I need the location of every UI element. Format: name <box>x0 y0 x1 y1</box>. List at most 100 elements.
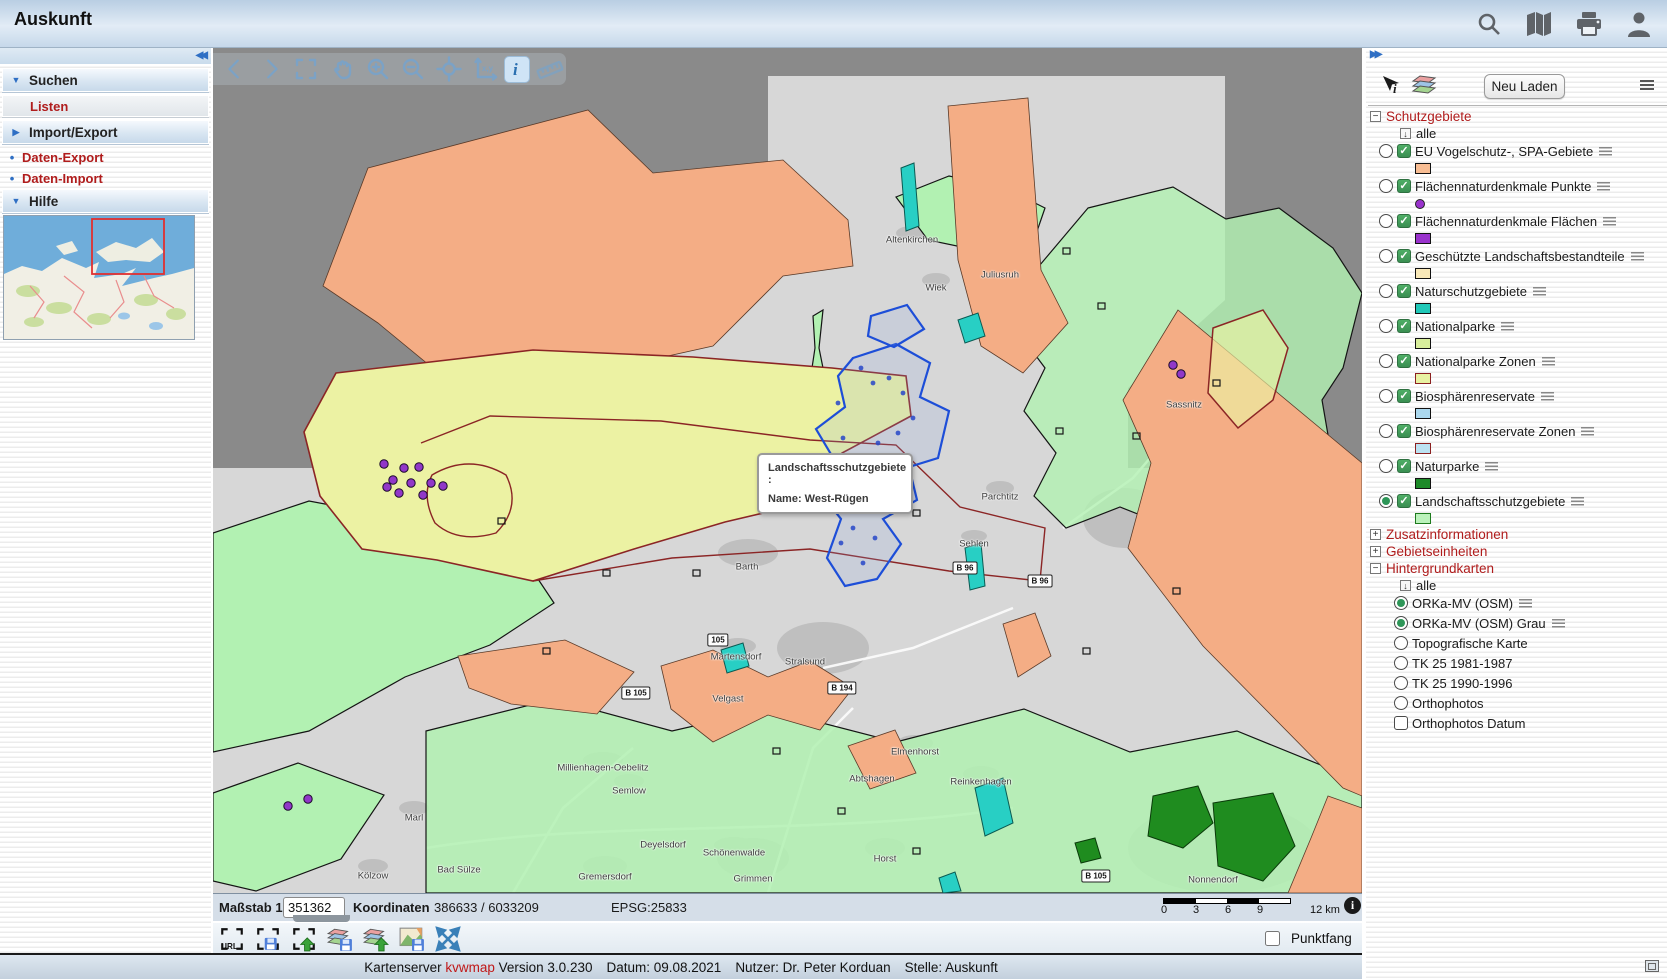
zoom-extent-button[interactable] <box>435 926 461 952</box>
background-layer-label[interactable]: Orthophotos <box>1412 696 1484 711</box>
layer-label[interactable]: Nationalparke <box>1415 319 1495 334</box>
layer-menu-icon[interactable] <box>1571 497 1584 506</box>
map-info-icon[interactable]: i <box>1344 897 1361 914</box>
history-back-tool[interactable] <box>219 55 251 83</box>
collapse-group-icon[interactable]: − <box>1370 111 1381 122</box>
layer-checkbox[interactable]: ✓ <box>1397 214 1411 228</box>
user-icon[interactable] <box>1625 10 1653 38</box>
layer-radio[interactable] <box>1379 144 1393 158</box>
layer-menu-icon[interactable] <box>1541 392 1554 401</box>
kvwmap-link[interactable]: kvwmap <box>445 960 495 975</box>
layer-checkbox[interactable]: ✓ <box>1397 389 1411 403</box>
print-icon[interactable] <box>1575 10 1603 38</box>
layer-menu-icon[interactable] <box>1631 252 1644 261</box>
background-radio[interactable] <box>1394 596 1408 610</box>
layer-menu-icon[interactable] <box>1501 322 1514 331</box>
sidebar-item-daten-import[interactable]: •Daten-Import <box>2 168 209 188</box>
select-all-icon[interactable]: ↓ <box>1400 580 1411 591</box>
layer-radio[interactable] <box>1379 319 1393 333</box>
save-extent-button[interactable] <box>255 926 281 952</box>
layer-menu-icon[interactable] <box>1485 462 1498 471</box>
collapse-group-icon[interactable]: − <box>1370 563 1381 574</box>
background-layer-label[interactable]: ORKa-MV (OSM) <box>1412 596 1513 611</box>
expand-group-icon[interactable]: + <box>1370 529 1381 540</box>
background-layer-label[interactable]: Orthophotos Datum <box>1412 716 1525 731</box>
load-layers-button[interactable] <box>363 926 389 952</box>
layer-label[interactable]: EU Vogelschutz-, SPA-Gebiete <box>1415 144 1593 159</box>
layer-menu-icon[interactable] <box>1519 599 1532 608</box>
layer-label[interactable]: Biosphärenreservate <box>1415 389 1535 404</box>
layer-radio[interactable] <box>1379 389 1393 403</box>
layer-menu-icon[interactable] <box>1581 427 1594 436</box>
layer-checkbox[interactable]: ✓ <box>1397 494 1411 508</box>
collapse-sidebar-icon[interactable]: ◀◀ <box>0 48 211 64</box>
layer-label[interactable]: Biosphärenreservate Zonen <box>1415 424 1575 439</box>
measure-tool[interactable] <box>534 55 566 83</box>
search-icon[interactable] <box>1475 10 1503 38</box>
background-layer-label[interactable]: TK 25 1990-1996 <box>1412 676 1512 691</box>
background-radio[interactable] <box>1394 676 1408 690</box>
layer-menu-icon[interactable] <box>1599 147 1612 156</box>
zoom-out-tool[interactable] <box>397 55 429 83</box>
layer-label[interactable]: Naturparke <box>1415 459 1479 474</box>
layer-radio[interactable] <box>1379 494 1393 508</box>
export-image-button[interactable] <box>399 926 425 952</box>
panel-menu-icon[interactable] <box>1640 80 1654 90</box>
layer-checkbox[interactable]: ✓ <box>1397 459 1411 473</box>
sidebar-section-hilfe[interactable]: ▼Hilfe <box>2 189 209 213</box>
map-viewport[interactable]: AltenkirchenWiekJuliusruhSassnitzParchti… <box>213 48 1362 893</box>
feature-info-cursor-icon[interactable]: i <box>1374 71 1407 99</box>
layer-radio[interactable] <box>1379 179 1393 193</box>
load-extent-button[interactable] <box>291 926 317 952</box>
sidebar-section-importexport[interactable]: ▶Import/Export <box>2 120 209 144</box>
select-all-icon[interactable]: ↓ <box>1400 128 1411 139</box>
feature-info-tool[interactable]: i <box>504 56 530 83</box>
expand-panel-icon[interactable]: ▶▶ <box>1370 49 1379 60</box>
layer-checkbox[interactable]: ✓ <box>1397 354 1411 368</box>
layer-radio[interactable] <box>1379 459 1393 473</box>
sidebar-section-suchen[interactable]: ▼Suchen <box>2 68 209 92</box>
layer-label[interactable]: Landschaftsschutzgebiete <box>1415 494 1565 509</box>
sidebar-item-daten-export[interactable]: •Daten-Export <box>2 147 209 167</box>
layer-checkbox[interactable]: ✓ <box>1397 424 1411 438</box>
layer-label[interactable]: Geschützte Landschaftsbestandteile <box>1415 249 1625 264</box>
punktfang-checkbox[interactable] <box>1265 931 1280 946</box>
layer-checkbox[interactable]: ✓ <box>1397 144 1411 158</box>
layer-label[interactable]: Naturschutzgebiete <box>1415 284 1527 299</box>
share-url-button[interactable]: URL <box>219 926 245 952</box>
layer-radio[interactable] <box>1379 284 1393 298</box>
background-radio[interactable] <box>1394 616 1408 630</box>
layer-label[interactable]: Flächennaturdenkmale Punkte <box>1415 179 1591 194</box>
layer-menu-icon[interactable] <box>1603 217 1616 226</box>
background-radio[interactable] <box>1394 636 1408 650</box>
background-checkbox[interactable] <box>1394 716 1408 730</box>
sidebar-item-listen[interactable]: Listen <box>2 95 209 117</box>
layer-checkbox[interactable]: ✓ <box>1397 319 1411 333</box>
layer-checkbox[interactable]: ✓ <box>1397 284 1411 298</box>
layer-radio[interactable] <box>1379 214 1393 228</box>
layer-label[interactable]: Flächennaturdenkmale Flächen <box>1415 214 1597 229</box>
layer-menu-icon[interactable] <box>1597 182 1610 191</box>
background-layer-label[interactable]: Topografische Karte <box>1412 636 1528 651</box>
save-layers-button[interactable] <box>327 926 353 952</box>
history-forward-tool[interactable] <box>255 55 287 83</box>
layer-radio[interactable] <box>1379 354 1393 368</box>
docked-panel-icon[interactable] <box>1645 960 1659 972</box>
overview-map[interactable] <box>3 215 195 340</box>
layer-checkbox[interactable]: ✓ <box>1397 249 1411 263</box>
layer-label[interactable]: Nationalparke Zonen <box>1415 354 1536 369</box>
recenter-tool[interactable] <box>433 55 465 83</box>
layer-radio[interactable] <box>1379 249 1393 263</box>
layer-menu-icon[interactable] <box>1533 287 1546 296</box>
expand-group-icon[interactable]: + <box>1370 546 1381 557</box>
pan-tool[interactable] <box>326 55 358 83</box>
zoom-in-tool[interactable] <box>362 55 394 83</box>
layer-menu-icon[interactable] <box>1552 619 1565 628</box>
background-layer-label[interactable]: TK 25 1981-1987 <box>1412 656 1512 671</box>
background-layer-label[interactable]: ORKa-MV (OSM) Grau <box>1412 616 1546 631</box>
layer-radio[interactable] <box>1379 424 1393 438</box>
background-radio[interactable] <box>1394 656 1408 670</box>
maps-icon[interactable] <box>1525 10 1553 38</box>
zoom-full-extent-tool[interactable] <box>290 55 322 83</box>
layers-icon[interactable] <box>1407 71 1440 99</box>
